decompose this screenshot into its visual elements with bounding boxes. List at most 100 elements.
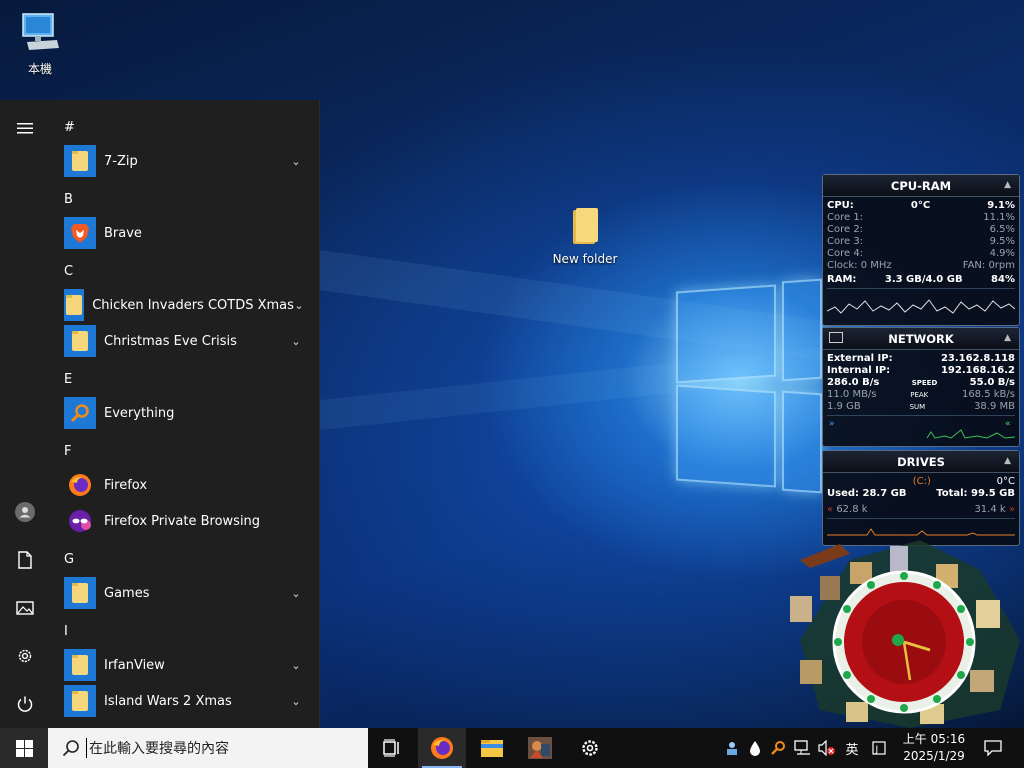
taskbar-firefox[interactable]	[418, 728, 466, 768]
folder-icon	[64, 685, 96, 717]
tray-everything[interactable]	[768, 728, 788, 768]
app-item-7zip[interactable]: 7-Zip ⌄	[64, 144, 304, 178]
drives-gadget[interactable]: DRIVES ▲ (C:) 0°C Used: 28.7 GB Total: 99.…	[822, 450, 1020, 546]
desktop-icon-label: 本機	[27, 62, 52, 76]
power-button[interactable]	[10, 689, 40, 719]
settings-icon	[582, 740, 598, 756]
ram-label: RAM:	[827, 274, 857, 285]
network-icon	[794, 740, 810, 755]
gadget-title: CPU-RAM	[890, 178, 952, 193]
taskbar-clock[interactable]: 上午 05:16 2025/1/29	[896, 731, 972, 765]
network-graph: » «	[827, 415, 1015, 439]
app-item-christmas-eve-crisis[interactable]: Christmas Eve Crisis ⌄	[64, 324, 304, 358]
desktop-icon-this-pc[interactable]: 本機	[4, 10, 76, 77]
cpu-temp: 0°C	[910, 200, 931, 211]
app-item-brave[interactable]: Brave	[64, 216, 304, 250]
chevron-down-icon[interactable]: ⌄	[288, 695, 304, 708]
search-input[interactable]: 在此輸入要搜尋的內容	[86, 738, 229, 758]
ram-usage: 3.3 GB/4.0 GB	[884, 274, 963, 285]
app-item-firefox-private[interactable]: Firefox Private Browsing	[64, 504, 304, 538]
desktop-icon-new-folder[interactable]: New folder	[548, 206, 622, 266]
start-button[interactable]	[0, 728, 48, 768]
power-icon	[17, 696, 33, 712]
taskbar-settings[interactable]	[566, 728, 614, 768]
gadget-header: DRIVES ▲	[823, 451, 1019, 473]
group-header[interactable]: I	[64, 624, 68, 639]
app-list[interactable]: # 7-Zip ⌄ B Brave C Chicken Invaders COT…	[50, 100, 320, 728]
group-header[interactable]: B	[64, 192, 73, 207]
tray-network[interactable]	[792, 728, 814, 768]
taskbar-search-box[interactable]: 在此輸入要搜尋的內容	[48, 728, 368, 768]
documents-button[interactable]	[10, 545, 40, 575]
ime-mode-icon: J	[872, 741, 886, 755]
chevron-down-icon[interactable]: ⌄	[288, 659, 304, 672]
group-header[interactable]: G	[64, 552, 74, 567]
firefox-icon	[431, 737, 453, 759]
collapse-icon[interactable]: ▲	[1004, 180, 1011, 190]
group-header[interactable]: #	[64, 120, 75, 135]
tray-ime-mode[interactable]: J	[868, 728, 890, 768]
hamburger-menu-button[interactable]	[10, 113, 40, 143]
app-item-chicken-invaders[interactable]: Chicken Invaders COTDS Xmas ⌄	[64, 288, 304, 322]
everything-search-icon	[771, 741, 785, 755]
app-item-everything[interactable]: Everything	[64, 396, 304, 430]
chevron-down-icon[interactable]: ⌄	[288, 587, 304, 600]
pictures-button[interactable]	[10, 593, 40, 623]
user-account-button[interactable]	[10, 497, 40, 527]
windows-logo-pane	[782, 390, 822, 494]
search-icon	[62, 740, 79, 757]
task-view-button[interactable]	[368, 728, 416, 768]
app-item-games[interactable]: Games ⌄	[64, 576, 304, 610]
folder-icon	[64, 325, 96, 357]
group-header[interactable]: E	[64, 372, 72, 387]
drive-used: Used: 28.7 GB	[827, 488, 907, 499]
windows-logo-pane	[782, 278, 822, 382]
file-explorer-icon	[481, 740, 503, 757]
everything-search-icon	[64, 397, 96, 429]
chevron-down-icon[interactable]: ⌄	[288, 335, 304, 348]
app-item-firefox[interactable]: Firefox	[64, 468, 304, 502]
app-name: Chicken Invaders COTDS Xmas	[92, 297, 294, 313]
net-speed-up: 55.0 B/s	[969, 377, 1015, 388]
internal-ip: 192.168.16.2	[940, 365, 1015, 376]
fan-speed: FAN: 0rpm	[962, 260, 1015, 271]
task-view-icon	[383, 739, 399, 757]
settings-button[interactable]	[10, 641, 40, 671]
network-gadget[interactable]: NETWORK ▲ External IP: 23.162.8.118 Inter…	[822, 327, 1020, 447]
drive-temp: 0°C	[996, 476, 1015, 487]
app-item-irfanview[interactable]: IrfanView ⌄	[64, 648, 304, 682]
svg-text:»: »	[829, 419, 835, 429]
group-header[interactable]: F	[64, 444, 71, 459]
app-name: Brave	[104, 225, 142, 241]
windows-logo-icon	[15, 739, 33, 757]
chevron-down-icon[interactable]: ⌄	[288, 155, 304, 168]
external-ip-label: External IP:	[827, 353, 893, 364]
action-center-button[interactable]	[978, 728, 1008, 768]
chevron-down-icon[interactable]: ⌄	[294, 299, 304, 312]
input-method-indicator[interactable]: 英	[840, 728, 864, 768]
app-item-island-wars[interactable]: Island Wars 2 Xmas ⌄	[64, 684, 304, 718]
christmas-clock-gadget[interactable]	[780, 540, 1024, 728]
desktop-icon-label: New folder	[552, 252, 618, 266]
gadget-title: DRIVES	[897, 454, 945, 469]
desktop[interactable]: 本機 New folder # 7-Zip ⌄ B Brave C Chicke…	[0, 0, 1024, 728]
internal-ip-label: Internal IP:	[827, 365, 891, 376]
tray-droplet[interactable]	[746, 728, 764, 768]
group-header[interactable]: C	[64, 264, 73, 279]
core-value: 6.5%	[989, 224, 1015, 235]
computer-icon	[22, 13, 59, 50]
net-peak-down: 11.0 MB/s	[827, 389, 877, 400]
core-label: Core 3:	[827, 236, 864, 247]
taskbar-game[interactable]	[516, 728, 564, 768]
clock-time: 上午 05:16	[902, 732, 966, 746]
cpu-clock: Clock: 0 MHz	[827, 260, 892, 271]
start-menu-rail	[0, 100, 50, 728]
collapse-icon[interactable]: ▲	[1004, 456, 1011, 466]
cpu-ram-gadget[interactable]: CPU-RAM ▲ CPU: 0°C 9.1% Core 1: 11.1% Cor…	[822, 174, 1020, 326]
tray-volume[interactable]	[816, 728, 838, 768]
collapse-icon[interactable]: ▲	[1004, 333, 1011, 343]
tray-user-icon[interactable]	[722, 728, 742, 768]
folder-icon	[64, 649, 96, 681]
taskbar-file-explorer[interactable]	[468, 728, 516, 768]
network-user-icon	[727, 742, 737, 755]
